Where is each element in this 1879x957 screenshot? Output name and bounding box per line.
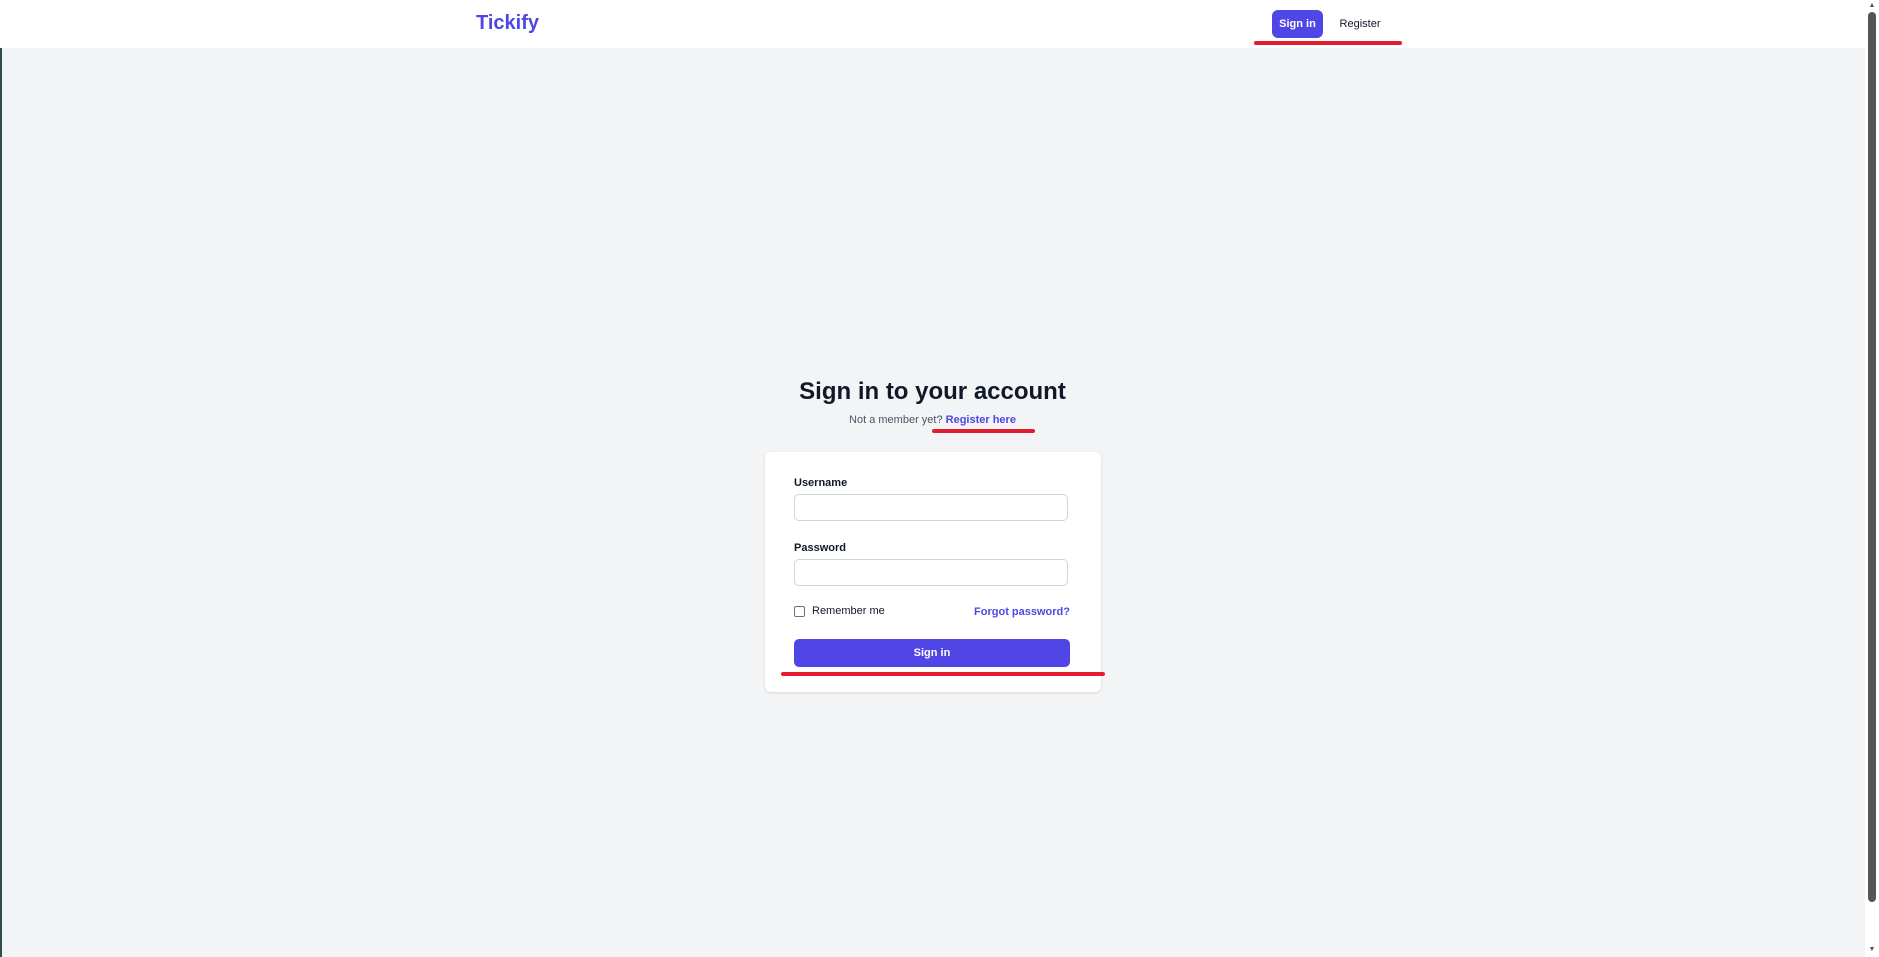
app-window: Tickify Sign in Register Sign in to your… (0, 0, 1879, 957)
annotation-underline-register (932, 429, 1035, 433)
scrollbar-thumb[interactable] (1868, 12, 1876, 902)
page-scrollbar[interactable]: ▲ ▼ (1865, 0, 1879, 957)
register-prompt: Not a member yet? Register here (0, 414, 1865, 426)
password-label: Password (794, 542, 846, 554)
window-edge (0, 0, 2, 957)
annotation-underline-nav (1254, 41, 1402, 45)
annotation-underline-submit (781, 672, 1105, 676)
page-title: Sign in to your account (799, 378, 1066, 405)
nav-signin-button[interactable]: Sign in (1272, 10, 1323, 38)
forgot-password-link[interactable]: Forgot password? (974, 606, 1070, 618)
password-input[interactable] (794, 559, 1068, 586)
brand-logo[interactable]: Tickify (476, 12, 539, 35)
register-here-link[interactable]: Register here (946, 414, 1016, 426)
chevron-up-icon[interactable]: ▲ (1865, 1, 1879, 11)
remember-me-label[interactable]: Remember me (812, 605, 885, 617)
signin-card: Username Password Remember me Forgot pas… (765, 452, 1101, 692)
register-prompt-text: Not a member yet? (849, 414, 946, 426)
nav-register-link[interactable]: Register (1334, 10, 1386, 38)
remember-me-checkbox[interactable] (794, 605, 805, 617)
username-input[interactable] (794, 494, 1068, 521)
remember-me[interactable]: Remember me (794, 605, 885, 617)
top-navbar: Tickify Sign in Register (0, 0, 1865, 48)
signin-submit-button[interactable]: Sign in (794, 639, 1070, 667)
username-label: Username (794, 477, 848, 489)
chevron-down-icon[interactable]: ▼ (1865, 945, 1879, 955)
